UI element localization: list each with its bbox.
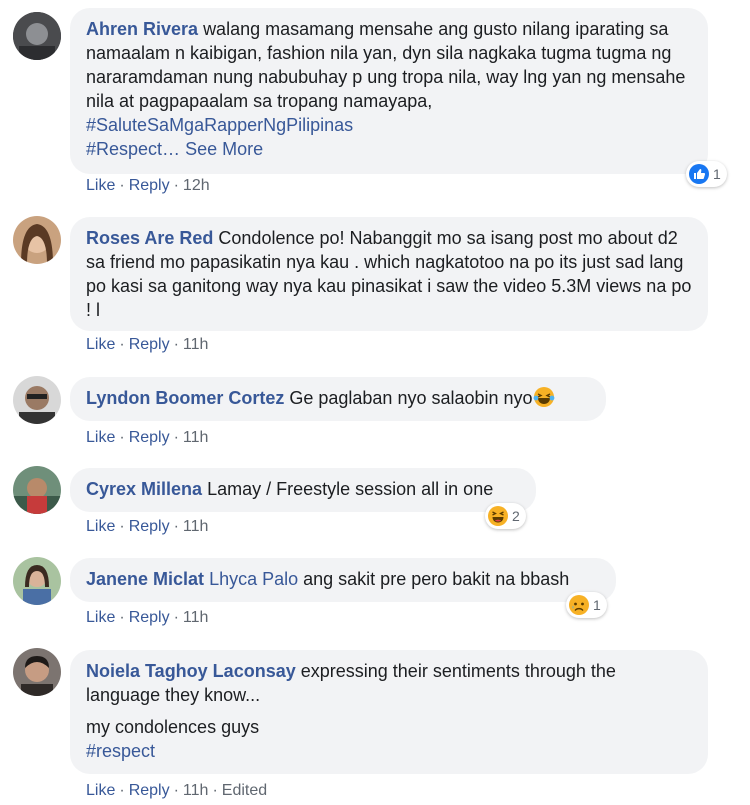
sad-reaction-icon <box>569 595 589 615</box>
edited-label[interactable]: Edited <box>222 782 267 799</box>
see-more-link[interactable]: See More <box>185 139 263 159</box>
comment-bubble: Cyrex Millena Lamay / Freestyle session … <box>70 468 536 512</box>
like-button[interactable]: Like <box>86 518 115 535</box>
comment-author[interactable]: Cyrex Millena <box>86 479 202 499</box>
like-button[interactable]: Like <box>86 429 115 446</box>
comment-actions: Like · Reply · 11h <box>86 429 209 446</box>
comment-author[interactable]: Noiela Taghoy Laconsay <box>86 661 296 681</box>
reply-button[interactable]: Reply <box>129 336 170 353</box>
timestamp[interactable]: 11h <box>183 429 209 446</box>
like-button[interactable]: Like <box>86 177 115 194</box>
comment-item: Roses Are Red Condolence po! Nabanggit m… <box>0 210 750 360</box>
reaction-number: 2 <box>512 508 520 524</box>
comment-bubble: Lyndon Boomer Cortez Ge paglaban nyo sal… <box>70 377 606 421</box>
comment-bubble: Ahren Rivera walang masamang mensahe ang… <box>70 8 708 174</box>
reaction-count[interactable]: 2 <box>485 503 526 529</box>
comment-author[interactable]: Roses Are Red <box>86 228 213 248</box>
comment-item: Cyrex Millena Lamay / Freestyle session … <box>0 462 750 542</box>
reaction-number: 1 <box>713 166 721 182</box>
comment-author[interactable]: Janene Miclat <box>86 569 204 589</box>
like-reaction-icon <box>689 164 709 184</box>
avatar[interactable] <box>13 466 61 514</box>
avatar[interactable] <box>13 216 61 264</box>
timestamp[interactable]: 11h <box>183 782 209 799</box>
comment-actions: Like · Reply · 11h · Edited <box>86 782 268 799</box>
avatar-image <box>13 648 61 696</box>
mention-link[interactable]: Lhyca Palo <box>209 569 298 589</box>
comment-bubble: Roses Are Red Condolence po! Nabanggit m… <box>70 217 708 331</box>
comment-text: Ge paglaban nyo salaobin nyo <box>289 388 533 408</box>
comment-actions: Like · Reply · 11h <box>86 518 209 535</box>
haha-reaction-icon <box>488 506 508 526</box>
avatar-image <box>13 12 61 60</box>
comment-bubble: Noiela Taghoy Laconsay expressing their … <box>70 650 708 774</box>
comment-actions: Like · Reply · 11h <box>86 336 209 353</box>
comment-text: my condolences guys <box>86 717 260 737</box>
reply-button[interactable]: Reply <box>129 518 170 535</box>
like-button[interactable]: Like <box>86 782 115 799</box>
like-button[interactable]: Like <box>86 609 115 626</box>
timestamp[interactable]: 11h <box>183 336 209 353</box>
comment-item: Ahren Rivera walang masamang mensahe ang… <box>0 0 750 200</box>
avatar-image <box>13 466 61 514</box>
avatar[interactable] <box>13 557 61 605</box>
comment-bubble: Janene Miclat Lhyca Palo ang sakit pre p… <box>70 558 616 602</box>
comment-author[interactable]: Ahren Rivera <box>86 19 198 39</box>
laughing-tears-emoji <box>533 387 554 407</box>
reaction-number: 1 <box>593 597 601 613</box>
hashtag-link[interactable]: #Respect <box>86 139 162 159</box>
hashtag-link[interactable]: #respect <box>86 741 155 761</box>
hashtag-link[interactable]: #SaluteSaMgaRapperNgPilipinas <box>86 115 353 135</box>
reply-button[interactable]: Reply <box>129 782 170 799</box>
reaction-count[interactable]: 1 <box>566 592 607 618</box>
comment-text: Lamay / Freestyle session all in one <box>207 479 494 499</box>
avatar[interactable] <box>13 376 61 424</box>
avatar-image <box>13 216 61 264</box>
avatar[interactable] <box>13 12 61 60</box>
comment-text: ang sakit pre pero bakit na bbash <box>303 569 570 589</box>
comment-item: Janene Miclat Lhyca Palo ang sakit pre p… <box>0 551 750 636</box>
timestamp[interactable]: 12h <box>183 177 210 194</box>
comment-item: Lyndon Boomer Cortez Ge paglaban nyo sal… <box>0 372 750 452</box>
avatar-image <box>13 557 61 605</box>
comment-author[interactable]: Lyndon Boomer Cortez <box>86 388 284 408</box>
reaction-count[interactable]: 1 <box>686 161 727 187</box>
reply-button[interactable]: Reply <box>129 429 170 446</box>
comment-item: Noiela Taghoy Laconsay expressing their … <box>0 644 750 805</box>
comment-actions: Like · Reply · 11h <box>86 609 209 626</box>
reply-button[interactable]: Reply <box>129 177 170 194</box>
comment-actions: Like · Reply · 12h <box>86 177 210 194</box>
like-button[interactable]: Like <box>86 336 115 353</box>
timestamp[interactable]: 11h <box>183 518 209 535</box>
timestamp[interactable]: 11h <box>183 609 209 626</box>
avatar-image <box>13 376 61 424</box>
reply-button[interactable]: Reply <box>129 609 170 626</box>
ellipsis: … <box>162 139 186 159</box>
avatar[interactable] <box>13 648 61 696</box>
